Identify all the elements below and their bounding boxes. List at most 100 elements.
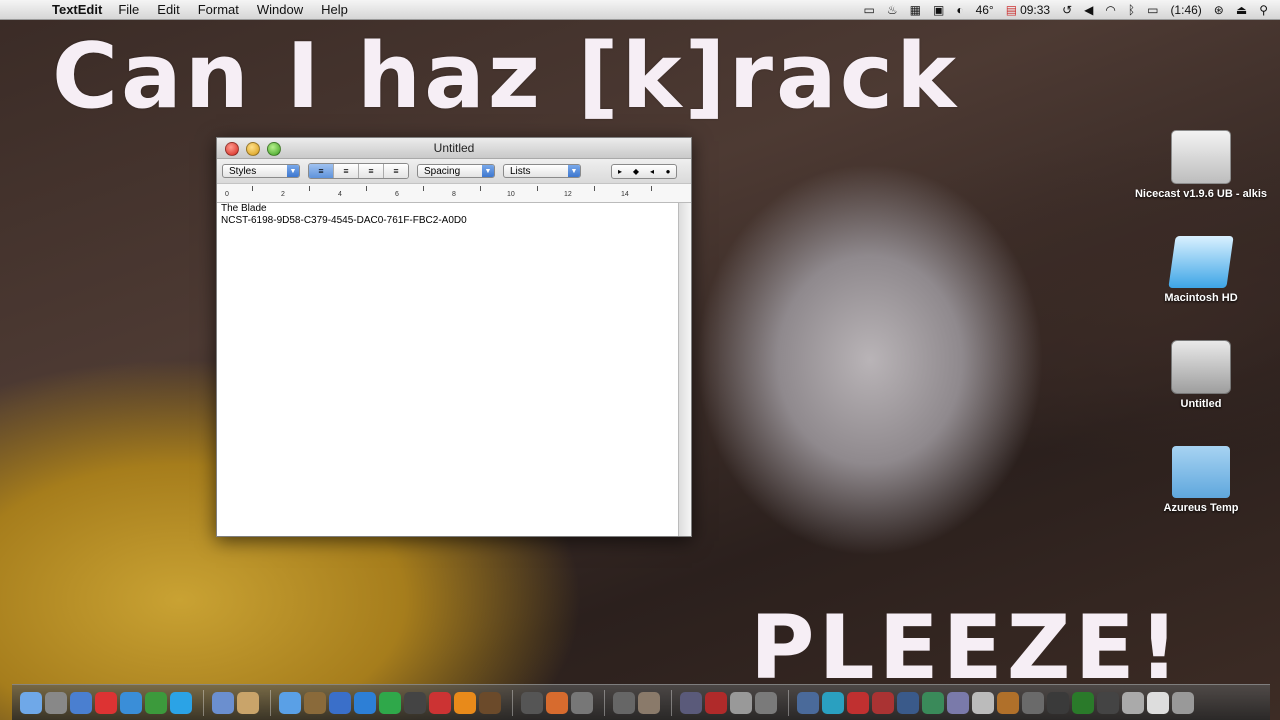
app-brown-icon[interactable]	[304, 691, 326, 714]
app-orange-icon[interactable]	[546, 691, 568, 714]
contrast-icon[interactable]: ◐	[956, 3, 963, 17]
app-eject-icon[interactable]	[972, 691, 994, 714]
app-cyan-icon[interactable]	[822, 691, 844, 714]
calendar-icon[interactable]: ▦	[910, 3, 921, 17]
app-arrow-icon[interactable]	[354, 691, 376, 714]
align-left-button[interactable]: ≡	[309, 164, 334, 178]
app-network-icon[interactable]	[797, 691, 819, 714]
styles-popup[interactable]: Styles ▼	[222, 164, 300, 178]
video-icon[interactable]: ▭	[864, 3, 875, 17]
safari-icon[interactable]	[120, 691, 142, 714]
app-purple-icon[interactable]	[947, 691, 969, 714]
battery-icon[interactable]: ▭	[1147, 3, 1158, 17]
hard-drive-icon	[1171, 340, 1231, 394]
minimize-button[interactable]	[246, 142, 260, 156]
app-grey-icon[interactable]	[1022, 691, 1044, 714]
app-blue2-icon[interactable]	[897, 691, 919, 714]
app-disk-icon[interactable]	[1122, 691, 1144, 714]
desktop-icon-untitled[interactable]: Untitled	[1131, 340, 1271, 410]
time-machine-icon[interactable]: ↺	[1062, 3, 1072, 17]
app-film-icon[interactable]	[680, 691, 702, 714]
finder-icon[interactable]	[20, 691, 42, 714]
notes-icon[interactable]	[237, 691, 259, 714]
menu-help[interactable]: Help	[321, 2, 348, 17]
app-grid-icon[interactable]	[730, 691, 752, 714]
app-green2-icon[interactable]	[922, 691, 944, 714]
spotlight-search-icon[interactable]: ⚲	[1259, 3, 1268, 17]
app-cube-icon[interactable]	[847, 691, 869, 714]
app-brown2-icon[interactable]	[479, 691, 501, 714]
dock-separator	[788, 689, 789, 716]
app-redbox-icon[interactable]	[705, 691, 727, 714]
menu-app-textedit[interactable]: TextEdit	[52, 2, 102, 17]
volume-icon[interactable]: ◀	[1084, 3, 1093, 17]
activity-monitor-icon[interactable]	[1072, 691, 1094, 714]
disk-image-icon	[1171, 130, 1231, 184]
terminal-icon[interactable]	[1047, 691, 1069, 714]
app-star-icon[interactable]	[755, 691, 777, 714]
dock-separator	[512, 689, 513, 716]
eject-icon[interactable]: ⏏	[1236, 3, 1247, 17]
app-red3-icon[interactable]	[872, 691, 894, 714]
app-red2-icon[interactable]	[429, 691, 451, 714]
left-tab-icon[interactable]: ▸	[612, 165, 628, 178]
align-justify-button[interactable]: ≡	[359, 164, 384, 178]
align-right-button[interactable]: ≡	[384, 164, 408, 178]
menu-file[interactable]: File	[118, 2, 139, 17]
script-icon[interactable]: ♨	[887, 3, 898, 17]
menu-edit[interactable]: Edit	[157, 2, 179, 17]
trash-icon[interactable]	[1172, 691, 1194, 714]
wifi-icon[interactable]: ◠	[1105, 3, 1115, 17]
ruler-label: 14	[621, 191, 629, 198]
menu-format[interactable]: Format	[198, 2, 239, 17]
center-tab-icon[interactable]: ◆	[628, 165, 644, 178]
vlc-icon[interactable]	[454, 691, 476, 714]
chevron-down-icon: ▼	[287, 165, 299, 177]
battery-readout[interactable]: (1:46)	[1170, 3, 1201, 17]
document-text-area[interactable]: The Blade NCST-6198-9D58-C379-4545-DAC0-…	[221, 203, 677, 536]
temperature-readout[interactable]: 46°	[976, 3, 994, 17]
zoom-button[interactable]	[267, 142, 281, 156]
ruler-tick	[480, 186, 481, 191]
app-blue-icon[interactable]	[329, 691, 351, 714]
vertical-scrollbar[interactable]	[678, 203, 691, 536]
align-center-button[interactable]: ≡	[334, 164, 359, 178]
preview-icon[interactable]	[212, 691, 234, 714]
sync-icon[interactable]: ⊛	[1214, 3, 1224, 17]
app-amber-icon[interactable]	[997, 691, 1019, 714]
clock-readout[interactable]: ▤ 09:33	[1006, 3, 1050, 17]
itunes-icon[interactable]	[279, 691, 301, 714]
menu-window[interactable]: Window	[257, 2, 303, 17]
spacing-popup[interactable]: Spacing ▼	[417, 164, 495, 178]
desktop-icon-azureus-temp[interactable]: Azureus Temp	[1131, 446, 1271, 514]
window-titlebar[interactable]: Untitled	[217, 138, 691, 159]
mail-icon[interactable]	[70, 691, 92, 714]
app-hat-icon[interactable]	[638, 691, 660, 714]
textedit-icon[interactable]	[1147, 691, 1169, 714]
desktop-icon-macintosh-hd[interactable]: Macintosh HD	[1131, 236, 1271, 304]
dashboard-icon[interactable]	[45, 691, 67, 714]
app-red-icon[interactable]	[95, 691, 117, 714]
ruler-tick	[537, 186, 538, 191]
display-icon[interactable]: ▣	[933, 3, 944, 17]
ruler-label: 8	[452, 191, 456, 198]
right-tab-icon[interactable]: ◂	[644, 165, 660, 178]
app-dark-icon[interactable]	[404, 691, 426, 714]
clock-text: 09:33	[1020, 2, 1051, 17]
help-icon[interactable]	[571, 691, 593, 714]
bluetooth-icon[interactable]: ᛒ	[1128, 3, 1135, 17]
app-green-icon[interactable]	[145, 691, 167, 714]
skype-icon[interactable]	[170, 691, 192, 714]
app-figure-icon[interactable]	[613, 691, 635, 714]
ruler-label: 6	[395, 191, 399, 198]
ruler[interactable]: 0 2 4 6 8 10 12 14	[217, 184, 691, 203]
close-button[interactable]	[225, 142, 239, 156]
app-tool-icon[interactable]	[521, 691, 543, 714]
status-area: ▭ ♨ ▦ ▣ ◐ 46° ▤ 09:33 ↺ ◀ ◠ ᛒ ▭ (1:46) ⊛…	[864, 0, 1280, 19]
app-black-icon[interactable]	[1097, 691, 1119, 714]
desktop-icon-nicecast[interactable]: Nicecast v1.9.6 UB - alkis	[1131, 130, 1271, 200]
utorrent-icon[interactable]	[379, 691, 401, 714]
decimal-tab-icon[interactable]: ●	[660, 165, 676, 178]
window-title: Untitled	[433, 141, 475, 155]
lists-popup[interactable]: Lists ▼	[503, 164, 581, 178]
